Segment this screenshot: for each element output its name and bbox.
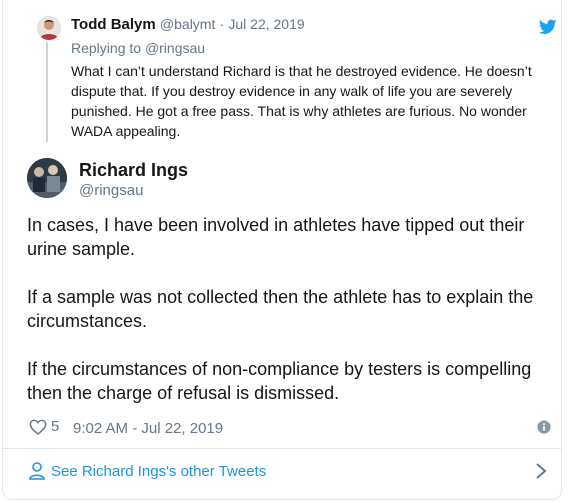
see-other-tweets-link[interactable]: See Richard Ings's other Tweets (29, 462, 266, 480)
parent-date[interactable]: Jul 22, 2019 (228, 16, 304, 32)
like-count: 5 (51, 418, 60, 435)
heart-outline-icon (29, 419, 47, 435)
like-button[interactable]: 5 (29, 418, 59, 435)
parent-author-handle[interactable]: @balymt (160, 16, 215, 32)
main-tweet-text: In cases, I have been involved in athlet… (27, 213, 547, 429)
twitter-bird-icon[interactable] (539, 19, 557, 35)
tweet-paragraph: In cases, I have been involved in athlet… (27, 215, 525, 259)
see-other-tweets-label: See Richard Ings's other Tweets (51, 462, 267, 480)
tweet-paragraph: If a sample was not collected then the a… (27, 287, 534, 331)
tweet-paragraph: If the circumstances of non-compliance b… (27, 359, 532, 403)
main-avatar[interactable] (27, 158, 67, 198)
main-author-name[interactable]: Richard Ings (79, 160, 188, 181)
footer-divider (3, 448, 561, 449)
thread-line (46, 42, 48, 142)
parent-author-name[interactable]: Todd Balym (71, 16, 156, 33)
tweet-timestamp[interactable]: 9:02 AM - Jul 22, 2019 (73, 420, 223, 437)
main-author-handle[interactable]: @ringsau (79, 182, 143, 199)
chevron-right-icon[interactable] (535, 462, 547, 480)
replying-to-mention[interactable]: @ringsau (145, 40, 205, 56)
replying-to: Replying to @ringsau (71, 40, 205, 56)
info-icon[interactable] (537, 420, 551, 434)
person-icon (29, 462, 45, 480)
tweet-footer: 5 9:02 AM - Jul 22, 2019 (29, 418, 559, 440)
parent-header: Todd Balym @balymt · Jul 22, 2019 (71, 16, 305, 33)
parent-tweet-text: What I can’t understand Richard is that … (71, 63, 532, 139)
tweet-embed-card: Todd Balym @balymt · Jul 22, 2019 Replyi… (2, 0, 562, 500)
parent-avatar[interactable] (37, 16, 61, 40)
replying-to-label: Replying to (71, 40, 142, 56)
parent-separator: · (219, 16, 225, 32)
